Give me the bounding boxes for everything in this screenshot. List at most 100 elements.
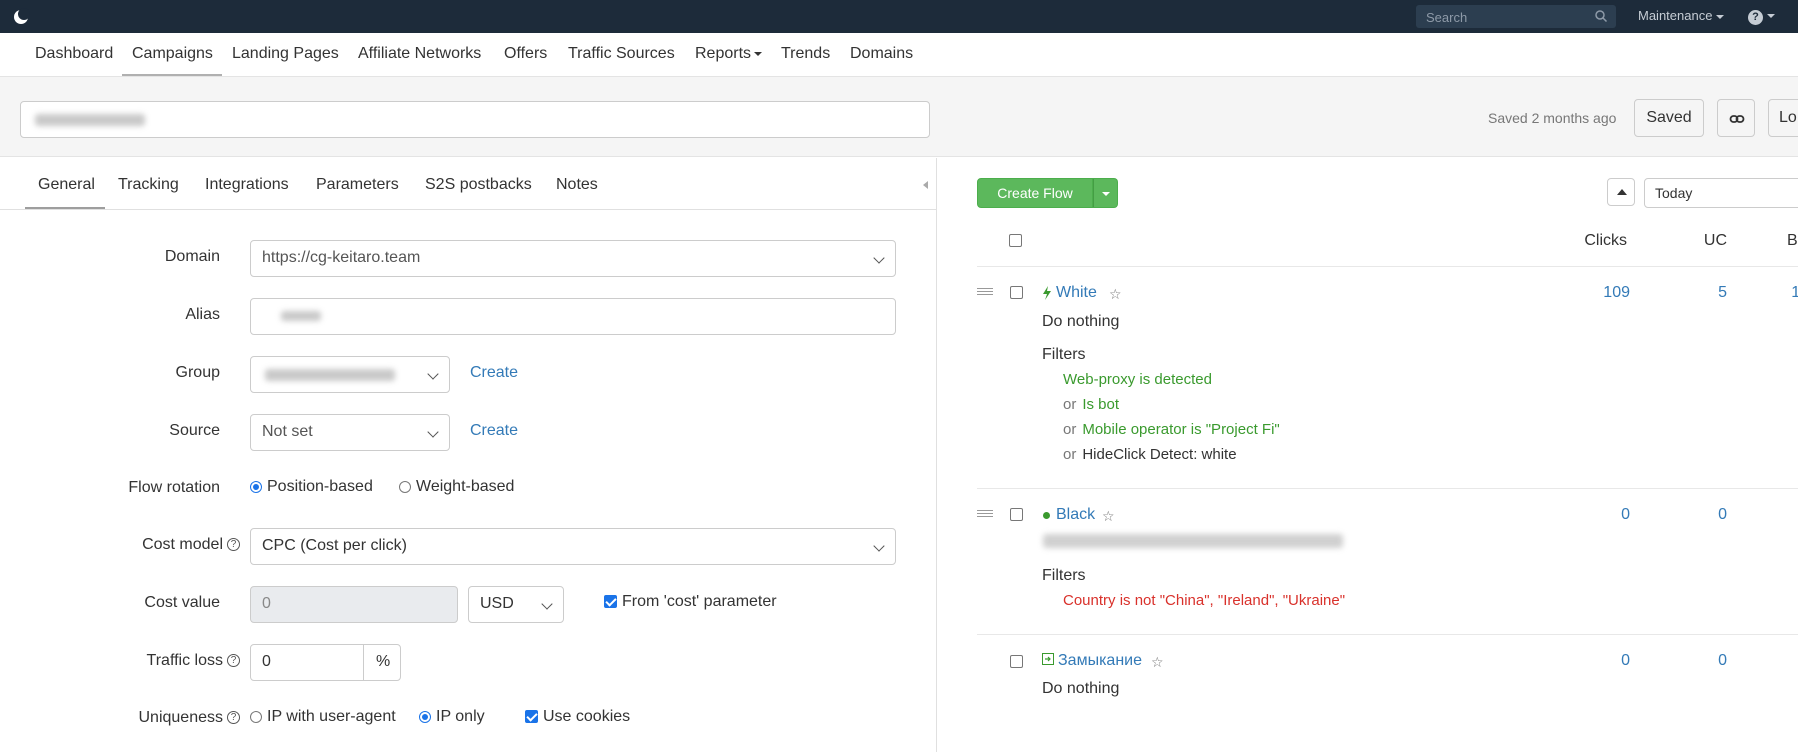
group-select[interactable] <box>250 356 450 393</box>
tab-integrations[interactable]: Integrations <box>205 176 289 194</box>
rotation-position-label: Position-based <box>267 478 373 495</box>
star-icon[interactable]: ☆ <box>1151 654 1164 671</box>
create-flow-dropdown[interactable] <box>1093 178 1118 208</box>
column-clicks[interactable]: Clicks <box>1537 232 1627 250</box>
rotation-weight-label: Weight-based <box>416 478 515 495</box>
tab-tracking[interactable]: Tracking <box>118 176 179 194</box>
from-cost-param-label: From 'cost' parameter <box>622 593 777 610</box>
log-button[interactable]: Lo <box>1768 99 1798 137</box>
tab-notes[interactable]: Notes <box>556 176 598 194</box>
uniqueness-text: Uniqueness <box>138 709 224 726</box>
flow-checkbox[interactable] <box>1010 655 1023 668</box>
cost-model-select[interactable]: CPC (Cost per click) <box>250 528 896 565</box>
filter-item: or Mobile operator is "Project Fi" <box>1063 421 1280 438</box>
from-cost-param-checkbox[interactable]: From 'cost' parameter <box>604 593 777 611</box>
chevron-down-icon <box>427 368 439 380</box>
chevron-down-icon <box>427 426 439 438</box>
checkbox-checked[interactable] <box>525 710 538 724</box>
nav-campaigns[interactable]: Campaigns <box>132 45 213 63</box>
tab-active-indicator <box>25 207 105 209</box>
redacted-text <box>265 369 395 381</box>
help-icon[interactable]: ? <box>227 538 240 552</box>
nav-affiliate-networks[interactable]: Affiliate Networks <box>358 45 481 63</box>
flow-name-white[interactable]: White <box>1056 284 1097 302</box>
nav-dashboard[interactable]: Dashboard <box>35 45 113 63</box>
rotation-position-based-radio[interactable]: Position-based <box>250 478 373 496</box>
flow-bots[interactable]: 0 <box>1737 506 1798 524</box>
rotation-weight-based-radio[interactable]: Weight-based <box>399 478 514 496</box>
tab-general[interactable]: General <box>38 176 95 194</box>
radio-unselected[interactable] <box>250 710 262 723</box>
flow-bots[interactable]: 0 <box>1737 652 1798 670</box>
row-separator <box>977 266 1798 267</box>
source-select[interactable]: Not set <box>250 414 450 451</box>
flow-action: Do nothing <box>1042 313 1120 330</box>
nav-landing-pages[interactable]: Landing Pages <box>232 45 339 63</box>
flow-name-black[interactable]: Black <box>1056 506 1095 524</box>
flow-name-zamykanie[interactable]: Замыкание <box>1058 652 1142 670</box>
radio-unselected[interactable] <box>399 480 411 493</box>
uniqueness-label: Uniqueness? <box>80 709 240 727</box>
flow-clicks[interactable]: 109 <box>1537 284 1630 302</box>
domain-select[interactable]: https://cg-keitaro.team <box>250 240 896 277</box>
uniqueness-ip-ua-radio[interactable]: IP with user-agent <box>250 708 396 726</box>
campaign-settings-panel: General Tracking Integrations Parameters… <box>0 158 936 752</box>
traffic-loss-input[interactable]: 0 <box>250 644 364 681</box>
flow-uc[interactable]: 0 <box>1657 652 1727 670</box>
flow-checkbox[interactable] <box>1010 286 1023 299</box>
currency-select[interactable]: USD <box>468 586 564 623</box>
campaign-header: Saved 2 months ago Saved Lo <box>0 77 1798 157</box>
collapse-up-button[interactable] <box>1607 178 1635 206</box>
create-flow-button[interactable]: Create Flow <box>977 178 1093 208</box>
flow-uc[interactable]: 0 <box>1657 506 1727 524</box>
cost-model-label: Cost model? <box>80 536 240 554</box>
maintenance-menu[interactable]: Maintenance <box>1638 8 1725 23</box>
drag-handle-icon[interactable] <box>977 510 993 517</box>
star-icon[interactable]: ☆ <box>1109 286 1122 303</box>
create-group-link[interactable]: Create <box>470 364 518 382</box>
uniqueness-ip-only-radio[interactable]: IP only <box>419 708 485 726</box>
cost-value-input[interactable]: 0 <box>250 586 458 623</box>
traffic-loss-value: 0 <box>262 653 271 670</box>
help-icon[interactable]: ? <box>227 654 240 668</box>
tab-parameters[interactable]: Parameters <box>316 176 399 194</box>
tab-s2s-postbacks[interactable]: S2S postbacks <box>425 176 532 194</box>
currency-value: USD <box>480 595 514 612</box>
nav-reports[interactable]: Reports <box>695 45 763 63</box>
link-button[interactable] <box>1717 99 1755 137</box>
search-input[interactable]: Search <box>1416 5 1616 28</box>
nav-domains[interactable]: Domains <box>850 45 913 63</box>
flow-clicks[interactable]: 0 <box>1537 652 1630 670</box>
traffic-loss-unit: % <box>363 644 401 681</box>
radio-selected[interactable] <box>250 480 262 493</box>
use-cookies-checkbox[interactable]: Use cookies <box>525 708 630 726</box>
cost-value: 0 <box>262 595 271 612</box>
column-bots[interactable]: Bots <box>1737 232 1798 250</box>
collapse-panel-icon[interactable] <box>923 181 928 189</box>
enter-icon <box>1042 653 1054 665</box>
help-icon[interactable]: ? <box>227 711 240 725</box>
logo-icon[interactable] <box>12 8 30 26</box>
checkbox-checked[interactable] <box>604 595 617 609</box>
radio-selected[interactable] <box>419 710 431 723</box>
column-uc[interactable]: UC <box>1657 232 1727 250</box>
help-menu[interactable]: ? <box>1748 7 1775 25</box>
flow-uc[interactable]: 5 <box>1657 284 1727 302</box>
select-all-checkbox[interactable] <box>1009 234 1022 247</box>
alias-input[interactable] <box>250 298 896 335</box>
save-button[interactable]: Saved <box>1634 99 1704 137</box>
drag-handle-icon[interactable] <box>977 288 993 295</box>
star-icon[interactable]: ☆ <box>1102 508 1115 525</box>
nav-offers[interactable]: Offers <box>504 45 547 63</box>
date-range-select[interactable]: Today <box>1644 178 1798 208</box>
percent-sign: % <box>376 653 391 670</box>
flow-clicks[interactable]: 0 <box>1537 506 1630 524</box>
flow-bots[interactable]: 104 <box>1737 284 1798 302</box>
nav-traffic-sources[interactable]: Traffic Sources <box>568 45 675 63</box>
create-source-link[interactable]: Create <box>470 422 518 440</box>
chevron-down-icon <box>1767 14 1775 19</box>
nav-trends[interactable]: Trends <box>781 45 830 63</box>
campaign-name-input[interactable] <box>20 101 930 138</box>
use-cookies-label: Use cookies <box>543 708 631 725</box>
flow-checkbox[interactable] <box>1010 508 1023 521</box>
